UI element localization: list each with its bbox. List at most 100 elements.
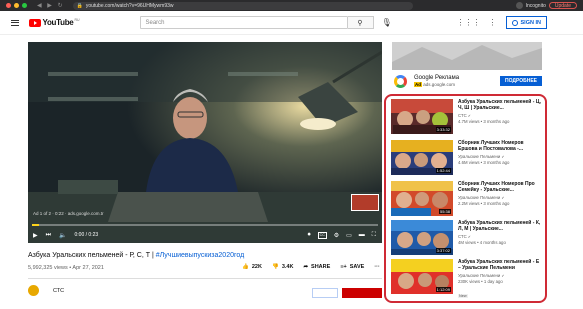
search-button[interactable]: ⚲: [347, 16, 374, 29]
rec-views: 4.7M views • 3 months ago: [458, 118, 510, 124]
rec-channel[interactable]: СТС ✔: [458, 113, 543, 118]
close-window-button[interactable]: [6, 3, 11, 8]
hashtag-link[interactable]: #Лучшиевыпускиза2020год: [156, 252, 244, 259]
next-icon[interactable]: ⏭: [46, 232, 51, 239]
save-button[interactable]: ≡+ SAVE: [340, 264, 364, 270]
video-actions: 👍 22K 👎 3.4K ➦ SHARE ≡+ SAVE ···: [242, 264, 380, 270]
update-button[interactable]: Update: [548, 2, 577, 9]
new-badge: New: [458, 293, 468, 298]
rec-thumbnail[interactable]: 1:52:44: [391, 140, 453, 175]
youtube-logo[interactable]: YouTube RU: [29, 18, 80, 27]
rec-thumbnail[interactable]: 55:38: [391, 181, 453, 216]
rec-channel-name: Уральские Пельмени: [458, 154, 501, 160]
rec-item[interactable]: 1:52:44 Сборник Лучших Номеров Ершова и …: [391, 140, 543, 178]
ad-thumbnail[interactable]: [351, 194, 379, 211]
play-icon[interactable]: ▶: [33, 232, 38, 239]
more-options-icon[interactable]: ⋮: [489, 18, 497, 27]
channel-row: СТС: [28, 285, 64, 296]
rec-thumbnail[interactable]: 3:37:02: [391, 220, 453, 255]
share-icon: ➦: [303, 264, 309, 270]
url-text: youtube.com/watch?v=96UHMywm93w: [85, 2, 174, 9]
thumbs-up-icon: 👍: [242, 264, 249, 270]
rec-thumbnail[interactable]: 1:12:09: [391, 259, 453, 294]
rec-title[interactable]: Азбука Уральских пельменей - Ц, Ч, Ш | У…: [458, 99, 543, 111]
rec-duration: 1:12:09: [435, 287, 451, 292]
sign-in-label: SIGN IN: [520, 19, 541, 26]
progress-bar[interactable]: [32, 224, 378, 226]
google-ad-card[interactable]: Google Реклама Ad ads.google.com ПОДРОБН…: [392, 70, 542, 92]
lock-icon: 🔒: [76, 2, 83, 9]
back-forward-icon[interactable]: ◀ ▶ ↻: [37, 2, 65, 9]
dislike-button[interactable]: 👎 3.4K: [272, 264, 293, 270]
rec-views: 4M views • 4 months ago: [458, 239, 506, 245]
rec-item[interactable]: 3:37:02 Азбука Уральских пельменей - К, …: [391, 220, 543, 258]
rec-item[interactable]: 1:12:09 Азбука Уральских пельменей - Е –…: [391, 259, 543, 298]
rec-channel[interactable]: Уральские Пельмени ✔: [458, 195, 543, 200]
browser-toolbar: ◀ ▶ ↻ 🔒 youtube.com/watch?v=96UHMywm93w …: [0, 0, 583, 11]
video-player[interactable]: Ad 1 of 2 · 0:22 · ads.google.com.tr ▶ ⏭…: [28, 42, 382, 243]
ad-tag: Ad: [414, 82, 422, 87]
ad-banner-image[interactable]: [392, 42, 542, 70]
time-display: 0:00 / 0:23: [74, 232, 99, 238]
rec-item[interactable]: 55:38 Сборник Лучших Номеров Про Семейку…: [391, 181, 543, 219]
rec-views: 2.2M views • 3 months ago: [458, 200, 510, 206]
fullscreen-icon[interactable]: ⛶: [372, 232, 376, 239]
settings-icon[interactable]: ⚙: [334, 232, 339, 239]
video-meta: 5,992,325 views • Apr 27, 2021: [28, 265, 104, 271]
maximize-window-button[interactable]: [22, 3, 27, 8]
rec-views: 4.6M views • 3 months ago: [458, 159, 510, 165]
sign-in-button[interactable]: SIGN IN: [505, 16, 547, 29]
search-input[interactable]: Search: [139, 16, 348, 29]
address-bar[interactable]: 🔒 youtube.com/watch?v=96UHMywm93w: [72, 1, 413, 10]
rec-channel-name: Уральские Пельмени: [458, 273, 501, 279]
join-button[interactable]: [312, 288, 338, 298]
channel-avatar[interactable]: [28, 285, 39, 296]
apps-grid-icon[interactable]: ⋮⋮⋮: [457, 18, 481, 27]
ad-more-button[interactable]: ПОДРОБНЕЕ: [499, 76, 542, 86]
window-controls: [6, 3, 27, 8]
rec-thumbnail[interactable]: 3:33:32: [391, 99, 453, 134]
save-icon: ≡+: [340, 264, 347, 270]
incognito-icon: [515, 2, 523, 9]
minimize-window-button[interactable]: [14, 3, 19, 8]
rec-title[interactable]: Азбука Уральских пельменей - К, Л, М | У…: [458, 220, 543, 232]
rec-channel-name: Уральские Пельмени: [458, 195, 501, 201]
verified-icon: ✔: [501, 274, 505, 279]
rec-title[interactable]: Сборник Лучших Номеров Ершова и Постовал…: [458, 140, 543, 152]
volume-icon[interactable]: 🔈: [59, 232, 66, 239]
player-controls: ▶ ⏭ 🔈 0:00 / 0:23 ⏺ CC ⚙ ▭ ▬ ⛶: [28, 228, 382, 242]
rec-channel[interactable]: Уральские Пельмени ✔: [458, 154, 543, 159]
miniplayer-icon[interactable]: ▭: [346, 232, 352, 239]
rec-views: 230K views • 1 day ago: [458, 278, 503, 284]
subscribe-button[interactable]: [342, 288, 382, 298]
verified-icon: ✔: [501, 155, 505, 160]
ad-banner-graphic: [392, 42, 542, 70]
like-button[interactable]: 👍 22K: [242, 264, 262, 270]
share-button[interactable]: ➦ SHARE: [303, 264, 330, 270]
menu-icon[interactable]: [11, 18, 19, 27]
theater-mode-icon[interactable]: ▬: [359, 232, 365, 239]
user-icon: [511, 19, 518, 26]
rec-duration: 1:52:44: [435, 168, 451, 173]
ad-info-label[interactable]: Ad 1 of 2 · 0:22 · ads.google.com.tr: [33, 211, 104, 216]
autoplay-toggle-icon[interactable]: ⏺: [308, 232, 311, 239]
video-title: Азбука Уральских пельменей - Р, С, Т | #…: [28, 252, 244, 259]
subtitles-icon[interactable]: CC: [317, 231, 327, 239]
channel-name[interactable]: СТС: [53, 288, 64, 294]
video-title-text: Азбука Уральских пельменей - Р, С, Т |: [28, 252, 154, 259]
share-label: SHARE: [311, 264, 331, 270]
rec-title[interactable]: Сборник Лучших Номеров Про Семейку - Ура…: [458, 181, 543, 193]
more-actions-icon[interactable]: ···: [374, 264, 380, 270]
google-logo-icon: [394, 74, 407, 88]
rec-item[interactable]: 3:33:32 Азбука Уральских пельменей - Ц, …: [391, 99, 543, 137]
incognito-area: Incognito Update: [515, 2, 577, 9]
rec-channel[interactable]: СТС ✔: [458, 234, 543, 239]
rec-duration: 55:38: [438, 209, 451, 214]
divider: [28, 278, 382, 279]
rec-title[interactable]: Азбука Уральских пельменей - Е – Уральск…: [458, 259, 543, 271]
rec-channel-name: СТС: [458, 113, 467, 119]
rec-channel[interactable]: Уральские Пельмени ✔: [458, 273, 543, 278]
rec-channel-name: СТС: [458, 234, 467, 240]
microphone-icon[interactable]: 🎙: [382, 18, 392, 27]
thumbs-down-icon: 👎: [271, 264, 279, 270]
